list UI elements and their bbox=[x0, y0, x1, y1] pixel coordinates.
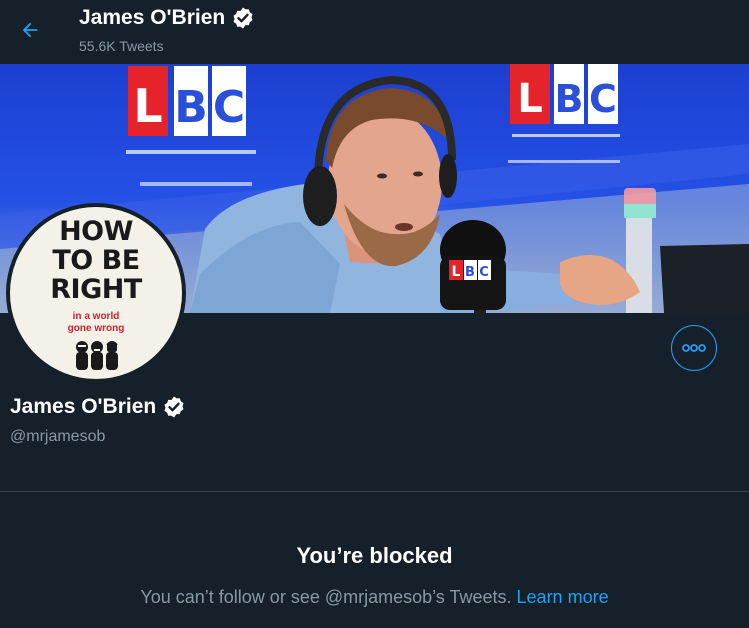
profile-handle: @mrjamesob bbox=[10, 428, 106, 445]
svg-text:B: B bbox=[174, 82, 208, 133]
header-title: James O'Brien bbox=[79, 6, 255, 30]
book-title-line3: RIGHT bbox=[50, 274, 142, 305]
profile-avatar[interactable]: HOW TO BE RIGHT in a world gone wrong bbox=[6, 203, 186, 383]
header-name-text: James O'Brien bbox=[79, 6, 226, 29]
profile-page: James O'Brien 55.6K Tweets L B C L B C L… bbox=[0, 0, 749, 628]
profile-name: James O'Brien bbox=[10, 395, 186, 419]
svg-text:C: C bbox=[479, 265, 489, 280]
svg-text:B: B bbox=[555, 77, 584, 121]
svg-text:C: C bbox=[213, 82, 245, 133]
svg-text:C: C bbox=[589, 77, 617, 121]
lbc-logo-left: L B C bbox=[126, 66, 256, 186]
back-button[interactable] bbox=[14, 14, 46, 46]
tweet-count: 55.6K Tweets bbox=[79, 38, 164, 54]
book-subtitle-line1: in a world bbox=[72, 311, 120, 322]
three-monkeys-icon bbox=[76, 341, 119, 370]
top-bar: James O'Brien 55.6K Tweets bbox=[0, 0, 749, 62]
svg-text:L: L bbox=[452, 264, 461, 280]
book-cover-title: HOW TO BE RIGHT bbox=[10, 217, 182, 304]
book-cover-subtitle: in a world gone wrong bbox=[10, 311, 182, 335]
divider bbox=[0, 491, 749, 492]
verified-badge-icon bbox=[233, 7, 253, 29]
blocked-message-text: You can’t follow or see @mrjamesob’s Twe… bbox=[140, 587, 512, 607]
profile-name-text: James O'Brien bbox=[10, 395, 157, 418]
svg-text:L: L bbox=[517, 76, 543, 122]
blocked-message: You can’t follow or see @mrjamesob’s Twe… bbox=[0, 587, 749, 608]
lbc-logo-right: L B C bbox=[508, 64, 620, 163]
book-title-line1: HOW bbox=[59, 216, 133, 247]
book-subtitle-line2: gone wrong bbox=[67, 323, 125, 334]
blocked-title: You’re blocked bbox=[296, 543, 453, 568]
arrow-left-icon bbox=[22, 22, 38, 38]
learn-more-link[interactable]: Learn more bbox=[517, 587, 609, 607]
verified-badge-icon bbox=[164, 396, 184, 418]
book-title-line2: TO BE bbox=[52, 245, 140, 276]
more-options-button[interactable] bbox=[671, 325, 717, 371]
svg-text:B: B bbox=[465, 265, 475, 280]
svg-text:L: L bbox=[133, 79, 162, 133]
more-horizontal-icon bbox=[682, 344, 706, 352]
